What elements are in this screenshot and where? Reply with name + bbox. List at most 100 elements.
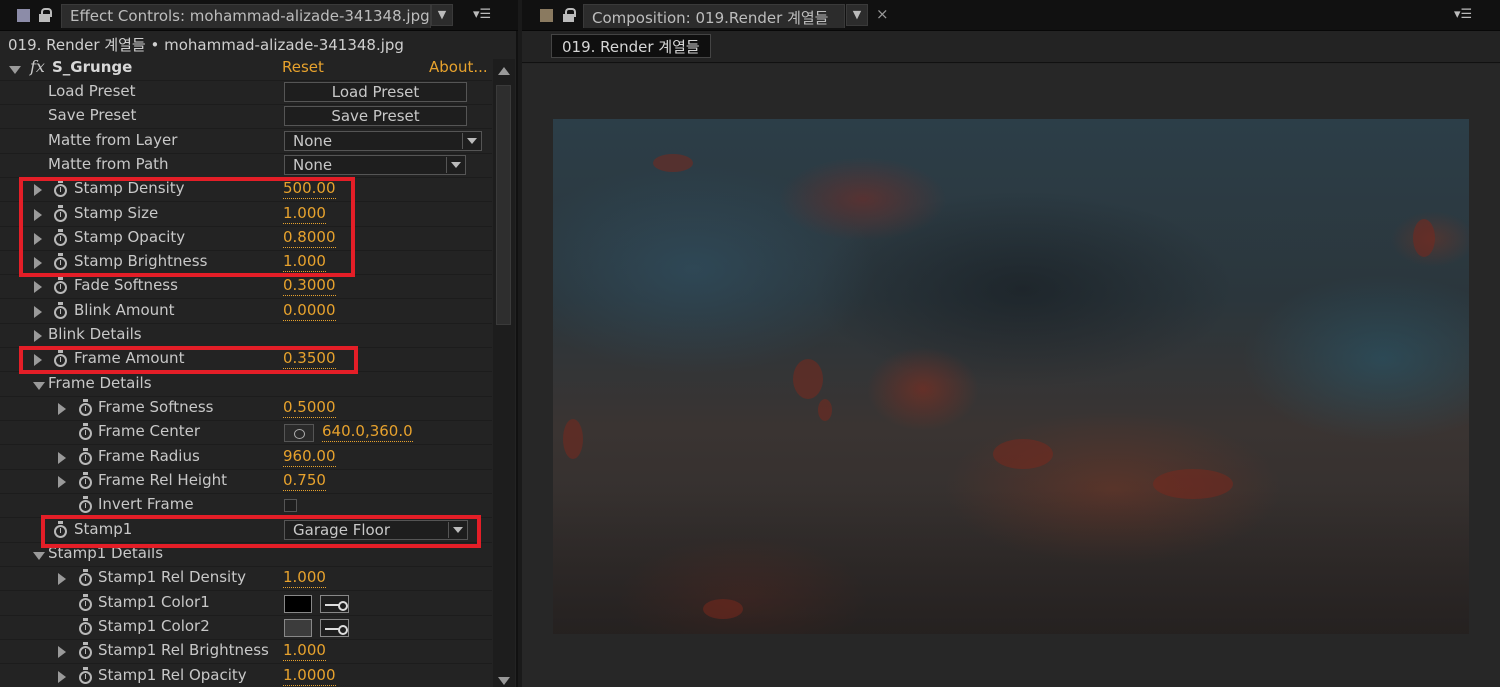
twirl-closed-icon[interactable] — [34, 330, 42, 342]
twirl-closed-icon[interactable] — [58, 573, 66, 585]
row-stamp1-rel-brightness: Stamp1 Rel Brightness 1.000 — [0, 640, 492, 664]
composition-viewer[interactable] — [522, 64, 1500, 687]
twirl-open-icon[interactable] — [33, 382, 45, 390]
stopwatch-icon[interactable] — [79, 423, 92, 440]
close-icon[interactable]: × — [876, 5, 889, 23]
twirl-closed-icon[interactable] — [58, 403, 66, 415]
stopwatch-icon[interactable] — [54, 253, 67, 270]
stopwatch-icon[interactable] — [54, 302, 67, 319]
twirl-closed-icon[interactable] — [34, 257, 42, 269]
eyedropper-icon[interactable] — [320, 595, 349, 613]
effect-header-row[interactable]: fx S_Grunge Reset About... — [0, 57, 492, 81]
frame-rel-height-label: Frame Rel Height — [98, 471, 228, 489]
row-frame-radius: Frame Radius 960.00 — [0, 446, 492, 470]
twirl-closed-icon[interactable] — [58, 452, 66, 464]
effect-list-scrollbar[interactable] — [493, 59, 515, 687]
row-frame-details[interactable]: Frame Details — [0, 373, 492, 397]
stamp-size-value[interactable]: 1.000 — [283, 204, 326, 224]
stopwatch-icon[interactable] — [79, 569, 92, 586]
stamp1-rel-density-label: Stamp1 Rel Density — [98, 568, 246, 586]
scroll-down-icon[interactable] — [498, 677, 510, 685]
save-preset-button[interactable]: Save Preset — [284, 106, 467, 126]
rust-speck — [1153, 469, 1233, 499]
rust-speck — [563, 419, 583, 459]
stamp1-color1-swatch[interactable] — [284, 595, 312, 613]
load-preset-button[interactable]: Load Preset — [284, 82, 467, 102]
crosshair-icon[interactable] — [284, 424, 314, 442]
tab-dropdown-button[interactable]: ▼ — [846, 4, 868, 26]
twirl-open-icon[interactable] — [33, 552, 45, 560]
tab-dropdown-button[interactable]: ▼ — [431, 4, 453, 26]
frame-softness-value[interactable]: 0.5000 — [283, 398, 336, 418]
twirl-closed-icon[interactable] — [58, 671, 66, 683]
frame-amount-value[interactable]: 0.3500 — [283, 349, 336, 369]
panel-menu-icon[interactable]: ▾☰ — [473, 7, 491, 22]
stopwatch-icon[interactable] — [54, 205, 67, 222]
stamp1-rel-density-value[interactable]: 1.000 — [283, 568, 326, 588]
invert-frame-checkbox[interactable] — [284, 499, 297, 512]
twirl-closed-icon[interactable] — [34, 233, 42, 245]
chevron-down-icon[interactable] — [462, 133, 480, 149]
comp-breadcrumb[interactable]: 019. Render 계열들 — [551, 34, 711, 58]
reset-link[interactable]: Reset — [282, 58, 324, 76]
twirl-closed-icon[interactable] — [34, 209, 42, 221]
twirl-closed-icon[interactable] — [58, 646, 66, 658]
stopwatch-icon[interactable] — [79, 496, 92, 513]
stopwatch-icon[interactable] — [54, 180, 67, 197]
row-stamp1-details[interactable]: Stamp1 Details — [0, 543, 492, 567]
rust-speck — [993, 439, 1053, 469]
blink-amount-value[interactable]: 0.0000 — [283, 301, 336, 321]
row-blink-details[interactable]: Blink Details — [0, 324, 492, 348]
rust-speck — [653, 154, 693, 172]
chevron-down-icon[interactable] — [448, 522, 466, 538]
tab-composition[interactable]: Composition: 019.Render 계열들 — [583, 4, 845, 28]
fade-softness-value[interactable]: 0.3000 — [283, 276, 336, 296]
stopwatch-icon[interactable] — [79, 618, 92, 635]
stamp-brightness-label: Stamp Brightness — [74, 252, 208, 270]
matte-from-layer-select[interactable]: None — [284, 131, 482, 151]
stamp-size-label: Stamp Size — [74, 204, 159, 222]
scroll-thumb[interactable] — [496, 85, 511, 325]
stamp-brightness-value[interactable]: 1.000 — [283, 252, 326, 272]
scroll-up-icon[interactable] — [498, 67, 510, 75]
lock-icon[interactable] — [39, 8, 52, 22]
fx-icon[interactable]: fx — [30, 57, 45, 76]
stopwatch-icon[interactable] — [79, 448, 92, 465]
twirl-closed-icon[interactable] — [34, 354, 42, 366]
frame-center-value[interactable]: 640.0,360.0 — [322, 422, 413, 442]
stamp1-rel-opacity-value[interactable]: 1.0000 — [283, 666, 336, 686]
frame-radius-label: Frame Radius — [98, 447, 200, 465]
twirl-open-icon[interactable] — [9, 66, 21, 74]
panel-menu-icon[interactable]: ▾☰ — [1454, 7, 1472, 22]
stopwatch-icon[interactable] — [54, 229, 67, 246]
stamp-density-value[interactable]: 500.00 — [283, 179, 336, 199]
twirl-closed-icon[interactable] — [34, 184, 42, 196]
stamp1-rel-brightness-value[interactable]: 1.000 — [283, 641, 326, 661]
stopwatch-icon[interactable] — [79, 642, 92, 659]
stopwatch-icon[interactable] — [54, 350, 67, 367]
twirl-closed-icon[interactable] — [58, 476, 66, 488]
tab-effect-controls[interactable]: Effect Controls: mohammad-alizade-341348… — [61, 4, 431, 28]
lock-icon[interactable] — [563, 8, 576, 22]
matte-from-path-select[interactable]: None — [284, 155, 466, 175]
stopwatch-icon[interactable] — [79, 594, 92, 611]
row-blink-amount: Blink Amount 0.0000 — [0, 300, 492, 324]
stopwatch-icon[interactable] — [79, 399, 92, 416]
frame-radius-value[interactable]: 960.00 — [283, 447, 336, 467]
about-link[interactable]: About... — [429, 58, 488, 76]
effect-controls-panel: Effect Controls: mohammad-alizade-341348… — [0, 0, 518, 687]
frame-rel-height-value[interactable]: 0.750 — [283, 471, 326, 491]
twirl-closed-icon[interactable] — [34, 306, 42, 318]
panel-color-icon — [17, 9, 30, 22]
twirl-closed-icon[interactable] — [34, 281, 42, 293]
stamp1-select[interactable]: Garage Floor — [284, 520, 468, 540]
stamp-opacity-value[interactable]: 0.8000 — [283, 228, 336, 248]
stopwatch-icon[interactable] — [54, 277, 67, 294]
stopwatch-icon[interactable] — [79, 667, 92, 684]
eyedropper-icon[interactable] — [320, 619, 349, 637]
row-stamp1-color1: Stamp1 Color1 — [0, 592, 492, 616]
stamp1-color2-swatch[interactable] — [284, 619, 312, 637]
stopwatch-icon[interactable] — [54, 521, 67, 538]
chevron-down-icon[interactable] — [446, 157, 464, 173]
stopwatch-icon[interactable] — [79, 472, 92, 489]
